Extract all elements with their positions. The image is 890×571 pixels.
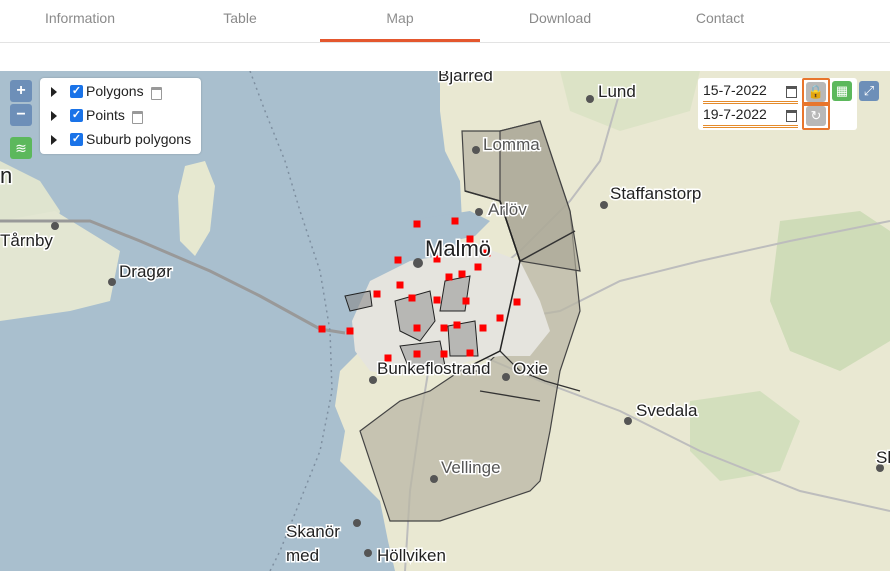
label-arlov: Arlöv [488,200,527,219]
layer-row-points[interactable]: ✓ Points [40,105,201,127]
start-date-value: 15-7-2022 [703,82,767,98]
map-point[interactable] [453,321,461,329]
layer-row-suburb-polygons[interactable]: ✓ Suburb polygons [40,129,201,151]
map-point[interactable] [458,270,466,278]
label-svedala: Svedala [636,401,698,420]
map-point[interactable] [394,256,402,264]
city-dot-dragor [108,278,116,286]
city-dot-skanor [353,519,361,527]
map-point[interactable] [413,350,421,358]
label-skanor-med: med [286,546,319,565]
map-point[interactable] [496,314,504,322]
expand-icon: ⤢ [863,83,875,98]
calendar-icon[interactable] [132,111,143,124]
expand-caret-icon[interactable] [51,135,57,145]
layers-icon: ≋ [15,140,27,156]
label-lund: Lund [598,82,636,101]
city-dot-svedala [624,417,632,425]
label-malmo: Malmö [425,236,491,261]
suburb-polygons-checkbox[interactable]: ✓ [70,133,83,146]
layer-name-polygons: Polygons [86,83,144,99]
layer-row-polygons[interactable]: ✓ Polygons [40,81,201,103]
tab-contact[interactable]: Contact [640,0,800,42]
label-left-edge: n [0,163,12,188]
city-dot-hollviken [364,549,372,557]
label-bjarred: Bjärred [438,71,493,85]
tab-map[interactable]: Map [320,0,480,42]
zoom-out-button[interactable]: − [10,104,32,126]
city-dot-lomma [472,146,480,154]
map-point[interactable] [408,294,416,302]
map-point[interactable] [373,290,381,298]
start-date-input[interactable]: 15-7-2022 [703,81,798,104]
city-dot-arlov [475,208,483,216]
city-dot-malmo [413,258,423,268]
label-lomma: Lomma [483,135,540,154]
city-dot-lund [586,95,594,103]
map-point[interactable] [318,325,326,333]
end-date-input[interactable]: 19-7-2022 [703,105,798,128]
label-skanor: Skanör [286,522,340,541]
map-point[interactable] [466,349,474,357]
refresh-button-highlight [802,102,830,130]
map-point[interactable] [474,263,482,271]
expand-caret-icon[interactable] [51,87,57,97]
layer-name-points: Points [86,107,125,123]
tab-download[interactable]: Download [480,0,640,42]
map-point[interactable] [479,324,487,332]
map-point[interactable] [451,217,459,225]
calendar-button[interactable]: ▦ [832,81,852,101]
label-oxie: Oxie [513,359,548,378]
map-point[interactable] [440,350,448,358]
map-point[interactable] [513,298,521,306]
tab-table[interactable]: Table [160,0,320,42]
city-dot-oxie [502,373,510,381]
polygons-checkbox[interactable]: ✓ [70,85,83,98]
layer-control-panel: ✓ Polygons ✓ Points ✓ Suburb polygons [40,78,201,154]
map-point[interactable] [445,273,453,281]
city-dot-vellinge [430,475,438,483]
map-point[interactable] [433,296,441,304]
points-checkbox[interactable]: ✓ [70,109,83,122]
polygon[interactable] [439,275,471,312]
fullscreen-button[interactable]: ⤢ [859,81,879,101]
layer-name-suburb-polygons: Suburb polygons [86,131,192,147]
label-staffanstorp: Staffanstorp [610,184,701,203]
label-right-edge: Sk [876,448,890,467]
map-point[interactable] [462,297,470,305]
calendar-icon[interactable] [786,86,797,98]
label-hollviken: Höllviken [377,546,446,565]
calendar-icon: ▦ [835,83,849,98]
map-point[interactable] [396,281,404,289]
label-vellinge: Vellinge [441,458,501,477]
layers-toggle-button[interactable]: ≋ [10,137,32,159]
tab-information[interactable]: Information [0,0,160,42]
city-dot-staffanstorp [600,201,608,209]
zoom-in-button[interactable]: + [10,80,32,102]
label-bunkeflostrand: Bunkeflostrand [377,359,490,378]
map-point[interactable] [413,220,421,228]
map-point[interactable] [413,324,421,332]
calendar-icon[interactable] [151,87,162,100]
city-dot-bunkeflostrand [369,376,377,384]
calendar-icon[interactable] [786,110,797,122]
label-dragor: Dragør [119,262,172,281]
map-point[interactable] [346,327,354,335]
label-tarnby: Tårnby [0,231,53,250]
map-point[interactable] [440,324,448,332]
end-date-value: 19-7-2022 [703,106,767,122]
city-dot-tarnby [51,222,59,230]
tab-bar: Information Table Map Download Contact [0,0,890,43]
expand-caret-icon[interactable] [51,111,57,121]
